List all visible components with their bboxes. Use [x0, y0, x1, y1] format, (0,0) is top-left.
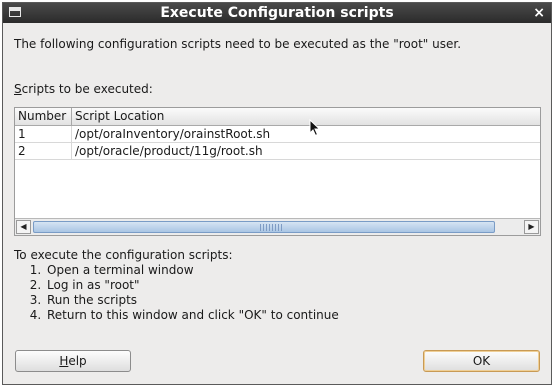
table-row[interactable]: 1 /opt/oraInventory/orainstRoot.sh — [15, 126, 540, 143]
dialog-window: Execute Configuration scripts × The foll… — [2, 2, 552, 385]
grip-icon — [260, 224, 282, 231]
scripts-table[interactable]: Number Script Location 1 /opt/oraInvento… — [14, 107, 541, 236]
ok-button[interactable]: OK — [423, 350, 540, 372]
instructions-heading: To execute the configuration scripts: — [14, 248, 233, 262]
title-bar[interactable]: Execute Configuration scripts × — [3, 3, 551, 23]
instruction-step: Run the scripts — [45, 293, 339, 308]
scrollbar-thumb[interactable] — [33, 221, 495, 233]
help-button[interactable]: Help — [15, 350, 131, 372]
instruction-step: Log in as "root" — [45, 278, 339, 293]
column-header-number[interactable]: Number — [15, 108, 72, 125]
help-mnemonic: H — [59, 354, 69, 368]
scroll-left-icon[interactable]: ◀ — [16, 220, 31, 234]
cell-number: 2 — [15, 143, 72, 159]
scripts-label: Scripts to be executed: — [14, 82, 153, 96]
scroll-right-icon[interactable]: ▶ — [524, 220, 539, 234]
instruction-step: Open a terminal window — [45, 263, 339, 278]
close-icon[interactable]: × — [533, 3, 545, 23]
cell-script-location: /opt/oracle/product/11g/root.sh — [75, 144, 263, 158]
instructions: To execute the configuration scripts: Op… — [14, 248, 339, 323]
scripts-label-mnemonic: S — [14, 82, 22, 96]
table-row[interactable]: 2 /opt/oracle/product/11g/root.sh — [15, 143, 540, 160]
dialog-title: Execute Configuration scripts — [160, 5, 394, 21]
table-header: Number Script Location — [15, 108, 540, 126]
cell-script-location: /opt/oraInventory/orainstRoot.sh — [75, 127, 271, 141]
scripts-label-rest: cripts to be executed: — [21, 82, 153, 96]
help-label-rest: elp — [68, 354, 87, 368]
instructions-steps: Open a terminal window Log in as "root" … — [14, 263, 339, 323]
horizontal-scrollbar[interactable]: ◀ ▶ — [15, 218, 540, 235]
cell-number: 1 — [15, 126, 72, 142]
intro-text: The following configuration scripts need… — [14, 37, 462, 51]
column-header-script-location[interactable]: Script Location — [72, 108, 540, 125]
mouse-pointer-icon — [309, 119, 321, 137]
instruction-step: Return to this window and click "OK" to … — [45, 308, 339, 323]
